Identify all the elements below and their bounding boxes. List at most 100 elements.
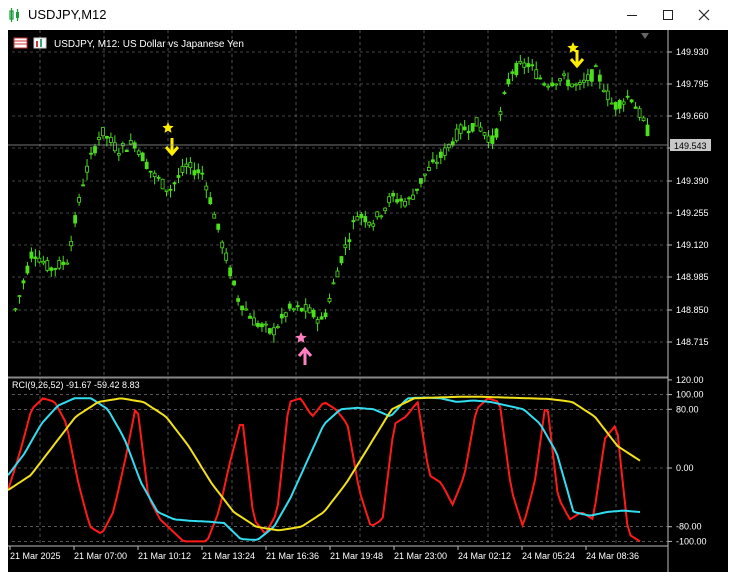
candle-body bbox=[105, 136, 109, 139]
candle-body bbox=[474, 117, 479, 127]
candle-body bbox=[586, 74, 590, 81]
chart-app-icon bbox=[9, 8, 19, 22]
candle-body bbox=[498, 111, 503, 116]
candle-body bbox=[112, 142, 117, 152]
current-price-label: 149.543 bbox=[674, 141, 707, 151]
rci-tick-label: -80.00 bbox=[676, 522, 702, 532]
time-tick-label: 21 Mar 10:12 bbox=[138, 551, 191, 561]
rci-tick-label: 0.00 bbox=[676, 463, 694, 473]
candle-body bbox=[395, 199, 400, 203]
candle-body bbox=[89, 152, 93, 155]
candle-body bbox=[625, 95, 630, 98]
chart-properties-icon[interactable] bbox=[33, 37, 47, 49]
candle-body bbox=[494, 128, 499, 138]
minimize-icon bbox=[627, 15, 637, 16]
candle-body bbox=[637, 108, 642, 118]
candle-body bbox=[593, 65, 598, 68]
candle-body bbox=[399, 198, 403, 202]
minimize-button[interactable] bbox=[614, 0, 650, 30]
candle-body bbox=[315, 319, 320, 324]
candle-body bbox=[438, 151, 443, 158]
candle-body bbox=[152, 172, 157, 178]
candle-body bbox=[228, 267, 233, 277]
candle-body bbox=[613, 102, 618, 110]
candle-body bbox=[216, 223, 221, 230]
chart-header: USDJPY, M12: US Dollar vs Japanese Yen bbox=[54, 39, 244, 50]
time-tick-label: 21 Mar 2025 bbox=[10, 551, 61, 561]
candle-body bbox=[430, 159, 435, 163]
candle-body bbox=[609, 102, 614, 105]
rci-lines bbox=[7, 395, 641, 543]
price-tick-label: 148.850 bbox=[676, 305, 709, 315]
candle-body bbox=[264, 323, 268, 326]
price-tick-label: 148.985 bbox=[676, 272, 709, 282]
candle-body bbox=[605, 90, 610, 101]
candle-body bbox=[299, 307, 304, 312]
price-tick-label: 149.930 bbox=[676, 47, 709, 57]
price-tick-label: 149.120 bbox=[676, 240, 709, 250]
rci-tick-label: 100.00 bbox=[676, 390, 704, 400]
buy-arrow-icon bbox=[297, 346, 313, 365]
candle-body bbox=[574, 83, 578, 86]
candle-body bbox=[367, 221, 372, 226]
candle-body bbox=[256, 323, 260, 327]
candle-body bbox=[490, 135, 495, 144]
candle-body bbox=[93, 146, 97, 154]
candle-body bbox=[61, 261, 66, 265]
candle-body bbox=[407, 197, 411, 200]
candle-body bbox=[570, 83, 574, 88]
signal-markers bbox=[162, 42, 585, 365]
candle-body bbox=[597, 74, 602, 82]
candle-body bbox=[180, 165, 185, 173]
candle-body bbox=[109, 137, 113, 143]
candle-body bbox=[53, 268, 58, 270]
candle-body bbox=[546, 85, 551, 88]
candle-body bbox=[554, 83, 558, 86]
candle-body bbox=[271, 327, 276, 336]
maximize-button[interactable] bbox=[650, 0, 686, 30]
candle-body bbox=[184, 163, 189, 167]
candle-body bbox=[287, 303, 292, 309]
candle-body bbox=[331, 282, 336, 285]
indicator-label: RCI(9,26,52) -91.67 -59.42 8.83 bbox=[12, 380, 140, 390]
candle-body bbox=[510, 71, 515, 74]
grid bbox=[12, 30, 668, 546]
candle-body bbox=[617, 100, 622, 109]
candle-body bbox=[248, 315, 252, 319]
candle-body bbox=[188, 161, 193, 169]
candle-body bbox=[21, 280, 26, 284]
candle-body bbox=[160, 178, 165, 190]
time-tick-label: 21 Mar 19:48 bbox=[330, 551, 383, 561]
candle-body bbox=[415, 188, 419, 191]
candle-body bbox=[240, 305, 244, 311]
candle-body bbox=[252, 317, 256, 326]
chart-canvas[interactable]: 149.930149.795149.660149.525149.390149.2… bbox=[7, 30, 728, 572]
candle-body bbox=[311, 309, 316, 318]
candle-body bbox=[307, 307, 312, 314]
close-button[interactable] bbox=[686, 0, 722, 30]
rci-slow-line bbox=[7, 395, 641, 532]
chart-menu-icon[interactable] bbox=[13, 37, 28, 49]
close-icon bbox=[698, 9, 710, 21]
candle-body bbox=[486, 135, 491, 143]
candle-body bbox=[200, 172, 205, 175]
candle-body bbox=[518, 60, 523, 64]
candle-body bbox=[73, 215, 78, 224]
candle-body bbox=[335, 270, 340, 278]
window-title: USDJPY,M12 bbox=[28, 7, 107, 22]
candle-body bbox=[506, 78, 511, 85]
candle-body bbox=[582, 79, 586, 83]
candle-body bbox=[176, 175, 181, 178]
candle-body bbox=[434, 161, 439, 164]
candle-body bbox=[347, 239, 352, 243]
candle-body bbox=[403, 200, 407, 207]
candle-body bbox=[621, 101, 626, 105]
price-tick-label: 149.795 bbox=[676, 79, 709, 89]
candle-body bbox=[558, 78, 562, 82]
candle-body bbox=[69, 241, 74, 247]
candle-body bbox=[375, 211, 380, 218]
chart-area[interactable]: 149.930149.795149.660149.525149.390149.2… bbox=[7, 30, 728, 572]
candle-body bbox=[470, 123, 475, 132]
candle-body bbox=[514, 63, 519, 76]
candle-body bbox=[283, 312, 288, 317]
